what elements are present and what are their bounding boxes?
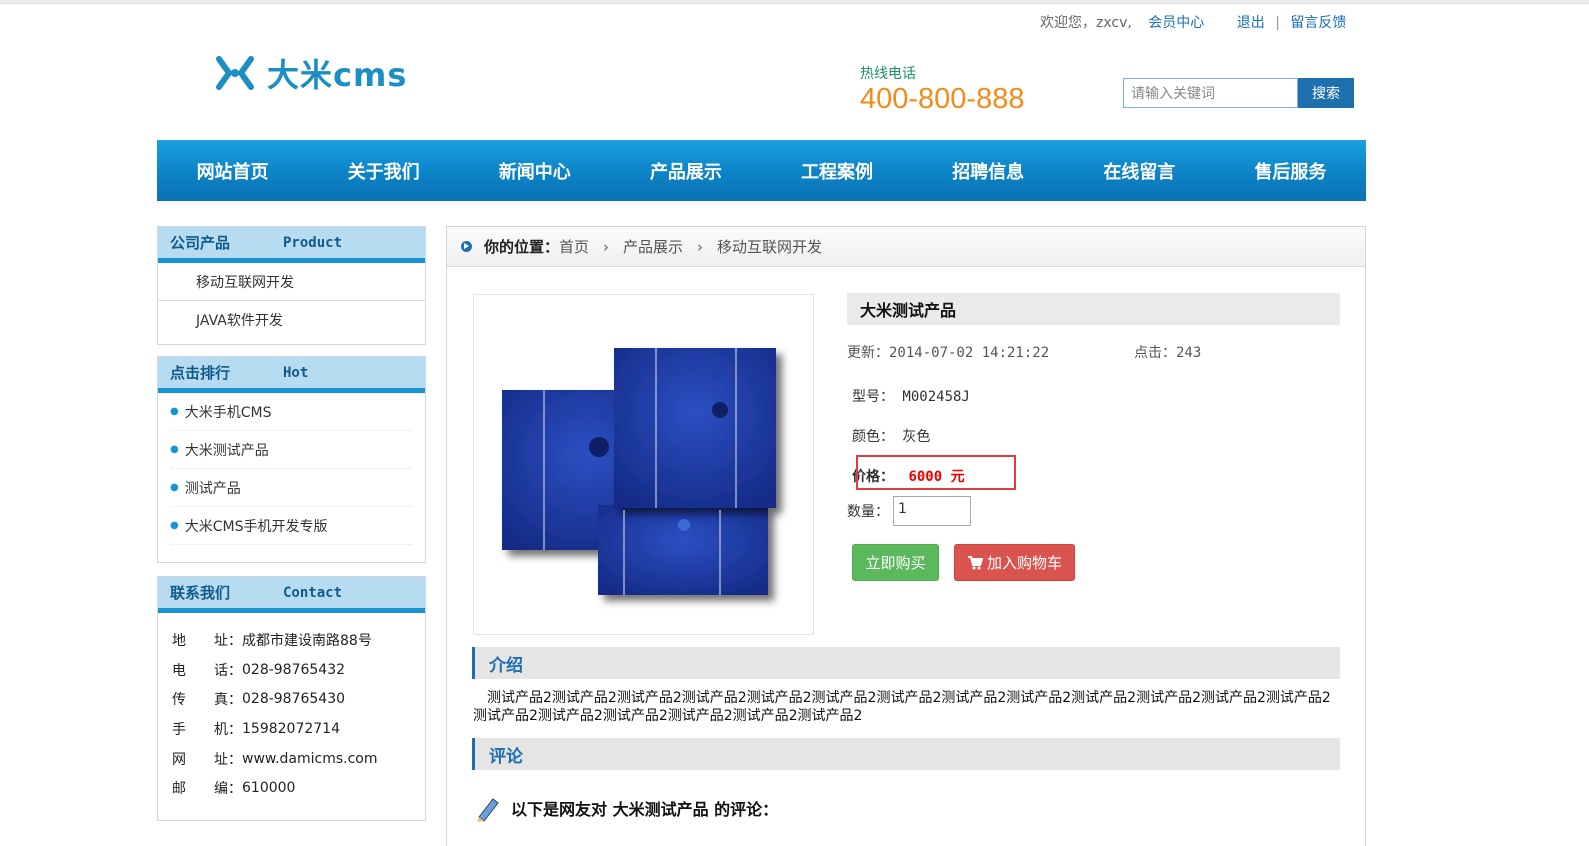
nav-service[interactable]: 售后服务 — [1215, 140, 1366, 201]
intro-header: 介绍 — [472, 647, 1340, 679]
add-to-cart-button[interactable]: 加入购物车 — [954, 544, 1075, 581]
nav-cases[interactable]: 工程案例 — [762, 140, 913, 201]
contact-postcode: 邮 编： 610000 — [172, 780, 296, 798]
hot-item[interactable]: ● 测试产品 — [170, 469, 413, 507]
breadcrumb-label: 你的位置： — [484, 238, 560, 256]
hot-item-label: 大米测试产品 — [184, 442, 269, 459]
nav-about[interactable]: 关于我们 — [308, 140, 459, 201]
hot-item[interactable]: ● 大米测试产品 — [170, 431, 413, 469]
sidebar-item-mobile-dev[interactable]: 移动互联网开发 — [158, 263, 425, 301]
product-clicks: 点击：243 — [1134, 345, 1202, 361]
sidebar-products-header: 公司产品 Product — [158, 227, 425, 263]
sidebar-hot-title-en: Hot — [283, 364, 309, 381]
arrow-circle-icon — [461, 241, 472, 252]
bullet-icon: ● — [170, 406, 179, 417]
contact-address: 地 址： 成都市建设南路88号 — [172, 632, 372, 649]
contact-list: 地 址： 成都市建设南路88号 电 话： 028-98765432 传 真： 028-… — [158, 613, 425, 803]
sidebar-contact-title: 联系我们 — [170, 584, 231, 602]
product-image[interactable] — [473, 294, 814, 635]
chevron-right-icon: › — [603, 237, 610, 256]
sidebar-products-title-en: Product — [283, 234, 343, 251]
bullet-icon: ● — [170, 482, 179, 493]
feedback-link[interactable]: 留言反馈 — [1290, 15, 1346, 31]
intro-text: 测试产品2测试产品2测试产品2测试产品2测试产品2测试产品2测试产品2测试产品2… — [473, 690, 1331, 724]
breadcrumb-home[interactable]: 首页 — [559, 236, 589, 257]
product-meta: 更新：2014-07-02 14:21:22 点击：243 — [847, 342, 1340, 362]
price-highlight-box — [856, 455, 1016, 490]
bullet-icon: ● — [170, 444, 179, 455]
top-links: 欢迎您，zxcv, 会员中心 退出 | 留言反馈 — [1040, 12, 1346, 32]
main-content: 你的位置： 首页 › 产品展示 › 移动互联网开发 大米测试产品 更新：2014… — [446, 226, 1366, 846]
sidebar-hot-title: 点击排行 — [170, 364, 231, 382]
breadcrumb-products[interactable]: 产品展示 — [623, 236, 683, 257]
contact-mobile: 手 机： 15982072714 — [172, 720, 340, 738]
hot-item[interactable]: ● 大米手机CMS — [170, 393, 413, 431]
separator: | — [1275, 15, 1280, 31]
nav-news[interactable]: 新闻中心 — [459, 140, 610, 201]
bullet-icon: ● — [170, 520, 179, 531]
nav-message[interactable]: 在线留言 — [1064, 140, 1215, 201]
site-logo[interactable]: 大米cms — [215, 50, 407, 96]
hot-item[interactable]: ● 大米CMS手机开发专版 — [170, 507, 413, 545]
logo-text: 大米cms — [267, 56, 408, 94]
product-color: 颜色： 灰色 — [852, 429, 931, 445]
breadcrumb: 你的位置： 首页 › 产品展示 › 移动互联网开发 — [447, 227, 1365, 267]
hot-item-label: 大米CMS手机开发专版 — [184, 518, 328, 535]
add-to-cart-label: 加入购物车 — [986, 554, 1062, 572]
breadcrumb-current[interactable]: 移动互联网开发 — [717, 236, 822, 257]
sidebar-contact: 联系我们 Contact 地 址： 成都市建设南路88号 电 话： 028-9876… — [157, 576, 426, 821]
product-updated: 更新：2014-07-02 14:21:22 — [847, 345, 1050, 361]
contact-fax: 传 真： 028-98765430 — [172, 691, 346, 709]
nav-products[interactable]: 产品展示 — [610, 140, 761, 201]
sidebar-contact-header: 联系我们 Contact — [158, 577, 425, 613]
nav-jobs[interactable]: 招聘信息 — [913, 140, 1064, 201]
quantity-label: 数量： — [847, 504, 889, 520]
welcome-text: 欢迎您，zxcv, — [1040, 15, 1132, 31]
nav-home[interactable]: 网站首页 — [157, 140, 308, 201]
sidebar-hot-header: 点击排行 Hot — [158, 357, 425, 393]
contact-phone: 电 话： 028-98765432 — [172, 661, 346, 679]
search-input[interactable]: 请输入关键词 — [1123, 78, 1298, 108]
comments-intro: 以下是网友对 大米测试产品 的评论： — [473, 793, 778, 823]
quantity-input[interactable]: 1 — [893, 496, 971, 526]
hotline-label: 热线电话 — [860, 66, 916, 82]
buy-now-button[interactable]: 立即购买 — [852, 544, 939, 581]
comments-heading: 以下是网友对 大米测试产品 的评论： — [511, 800, 779, 819]
quantity-row: 数量： 1 — [847, 496, 1340, 526]
chevron-right-icon: › — [697, 237, 704, 256]
member-center-link[interactable]: 会员中心 — [1148, 15, 1204, 31]
hot-item-label: 大米手机CMS — [184, 404, 272, 421]
product-info: 大米测试产品 更新：2014-07-02 14:21:22 点击：243 型号：… — [847, 293, 1340, 581]
hotline: 热线电话 400-800-888 — [860, 63, 1024, 116]
logout-link[interactable]: 退出 — [1237, 15, 1265, 31]
cart-icon — [967, 555, 983, 569]
hot-item-label: 测试产品 — [184, 480, 241, 497]
sidebar-item-java-dev[interactable]: JAVA软件开发 — [158, 301, 425, 339]
logo-icon — [216, 56, 254, 90]
solar-panel-image — [502, 348, 776, 595]
comments-header: 评论 — [472, 738, 1340, 770]
sidebar-products-title: 公司产品 — [170, 234, 231, 252]
product-model: 型号： M002458J — [852, 389, 970, 405]
contact-website: 网 址： www.damicms.com — [172, 750, 378, 768]
sidebar-contact-title-en: Contact — [283, 584, 343, 601]
sidebar-products: 公司产品 Product 移动互联网开发 JAVA软件开发 — [157, 226, 426, 345]
search-button[interactable]: 搜索 — [1298, 78, 1354, 108]
top-border — [0, 0, 1589, 4]
hotline-number: 400-800-888 — [860, 83, 1025, 115]
product-title: 大米测试产品 — [847, 293, 1340, 325]
main-nav: 网站首页 关于我们 新闻中心 产品展示 工程案例 招聘信息 在线留言 售后服务 — [157, 140, 1366, 201]
sidebar-hot: 点击排行 Hot ● 大米手机CMS ● 大米测试产品 ● 测试产品 ● 大米CMS手机… — [157, 356, 426, 563]
pencil-icon — [477, 798, 499, 822]
search-bar: 请输入关键词 搜索 — [1123, 78, 1354, 108]
